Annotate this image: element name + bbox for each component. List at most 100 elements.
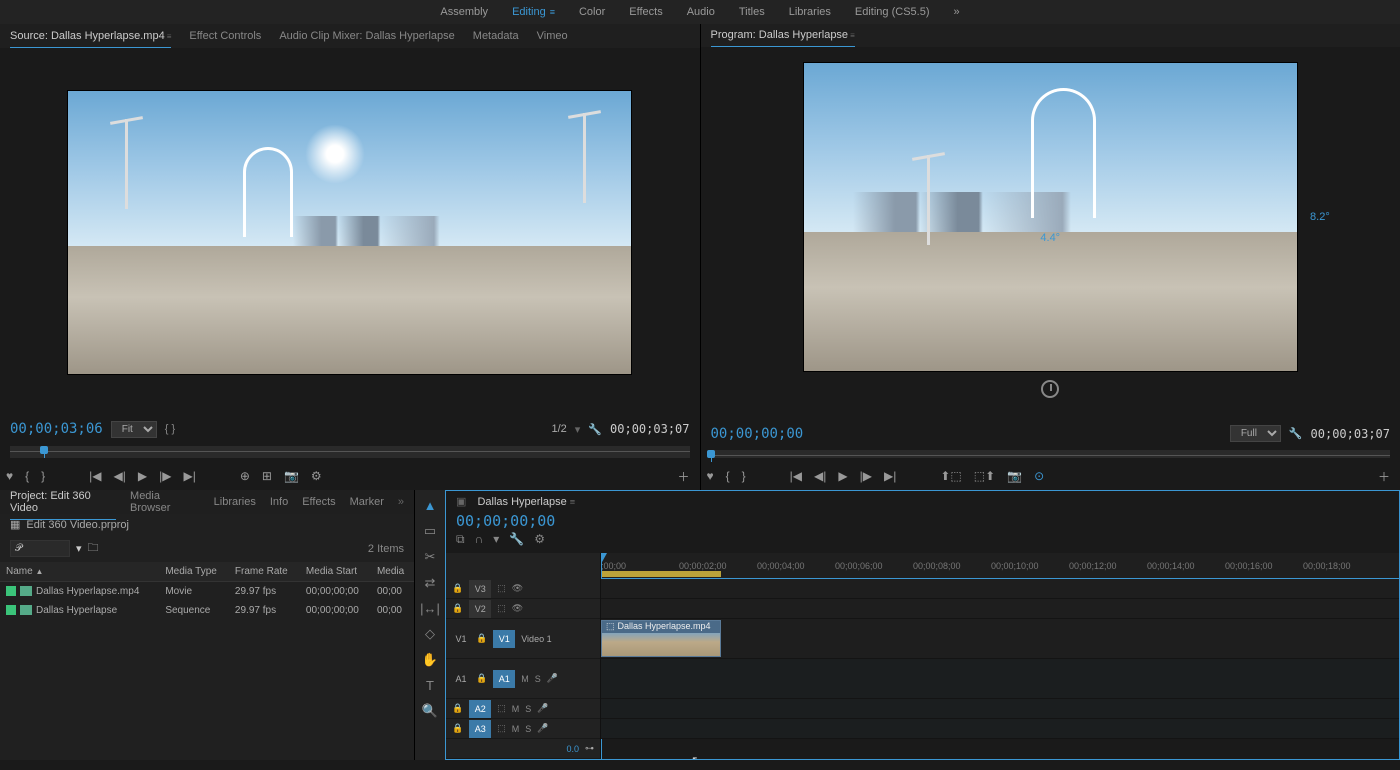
pen-tool-icon[interactable]: ◇ xyxy=(425,626,435,642)
marker-icon[interactable]: ♥ xyxy=(6,469,13,483)
track-lane-v1[interactable]: Dallas Hyperlapse.mp4 xyxy=(601,619,1399,659)
step-back-icon[interactable]: ◀| xyxy=(114,469,126,483)
in-icon[interactable]: { xyxy=(25,469,29,483)
slip-tool-icon[interactable]: |↔| xyxy=(420,601,440,616)
table-row[interactable]: Dallas HyperlapseSequence29.97 fps00;00;… xyxy=(0,601,414,620)
rolling-tool-icon[interactable]: ⇄ xyxy=(425,575,436,591)
source-monitor[interactable] xyxy=(67,90,632,375)
selection-tool-icon[interactable]: ▲ xyxy=(424,498,437,513)
program-timecode[interactable]: 00;00;00;00 xyxy=(711,426,804,442)
workspace-libraries[interactable]: Libraries xyxy=(789,6,831,18)
workspace-color[interactable]: Color xyxy=(579,6,605,18)
workspace-editing[interactable]: Editing xyxy=(512,6,555,18)
wrench-icon[interactable]: ⚙ xyxy=(534,532,545,547)
source-patch-a1[interactable]: A1 xyxy=(452,674,470,684)
marker-icon[interactable]: ♥ xyxy=(707,469,714,483)
track-header-v3[interactable]: 🔒 V3 ⬚ 👁 xyxy=(446,579,600,599)
goto-out-icon[interactable]: ▶| xyxy=(884,469,896,483)
ripple-tool-icon[interactable]: ✂ xyxy=(425,549,436,565)
source-fraction[interactable]: 1/2 xyxy=(551,423,566,435)
wrench-icon[interactable]: 🔧 xyxy=(588,423,602,436)
add-button-icon[interactable]: ＋ xyxy=(1378,468,1390,485)
program-scrubber[interactable] xyxy=(711,450,1391,458)
add-button-icon[interactable]: ＋ xyxy=(677,468,689,485)
workspace-audio[interactable]: Audio xyxy=(687,6,715,18)
table-row[interactable]: Dallas Hyperlapse.mp4Movie29.97 fps00;00… xyxy=(0,582,414,602)
lock-icon[interactable]: 🔒 xyxy=(452,703,463,714)
toggle-output-icon[interactable]: ⬚ xyxy=(497,603,506,614)
play-icon[interactable]: ▶ xyxy=(138,469,147,483)
col-media-start[interactable]: Media Start xyxy=(300,562,371,582)
source-fit-dropdown[interactable]: Fit xyxy=(111,421,157,438)
goto-in-icon[interactable]: |◀ xyxy=(89,469,101,483)
tab-effect-controls[interactable]: Effect Controls xyxy=(189,25,261,47)
workspace-assembly[interactable]: Assembly xyxy=(440,6,488,18)
track-target-a3[interactable]: A3 xyxy=(469,720,491,738)
hand-tool-icon[interactable]: ✋ xyxy=(422,652,438,668)
lock-icon[interactable]: 🔒 xyxy=(476,673,487,684)
out-icon[interactable]: } xyxy=(742,469,746,483)
col-media-type[interactable]: Media Type xyxy=(159,562,229,582)
track-lane-a3[interactable] xyxy=(601,719,1399,739)
in-icon[interactable]: { xyxy=(726,469,730,483)
insert-icon[interactable]: ⊕ xyxy=(240,469,250,483)
track-header-a3[interactable]: 🔒 A3 ⬚MS🎤 xyxy=(446,719,600,739)
tab-audio-clip-mixer[interactable]: Audio Clip Mixer: Dallas Hyperlapse xyxy=(279,25,454,47)
timeline-tracks[interactable]: ;00;0000;00;02;0000;00;04;0000;00;06;000… xyxy=(601,553,1399,759)
track-header-v2[interactable]: 🔒 V2 ⬚ 👁 xyxy=(446,599,600,619)
project-search-input[interactable] xyxy=(10,540,70,557)
col-name[interactable]: Name ▲ xyxy=(0,562,159,582)
linked-selection-icon[interactable]: ∩ xyxy=(475,532,484,547)
track-header-v1[interactable]: V1 🔒 V1 Video 1 xyxy=(446,619,600,659)
dropdown-icon[interactable]: ▾ xyxy=(575,423,581,436)
settings-icon[interactable]: ⚙ xyxy=(311,469,322,483)
lock-icon[interactable]: 🔒 xyxy=(452,583,463,594)
wrench-icon[interactable]: 🔧 xyxy=(1289,427,1303,440)
tab-source[interactable]: Source: Dallas Hyperlapse.mp4≡ xyxy=(10,25,171,48)
export-frame-icon[interactable]: 📷 xyxy=(284,469,299,483)
work-area-bar[interactable] xyxy=(601,571,721,577)
workspace-editing-cs55[interactable]: Editing (CS5.5) xyxy=(855,6,930,18)
track-target-v1[interactable]: V1 xyxy=(493,630,515,648)
tab-marker[interactable]: Marker xyxy=(350,491,384,513)
program-resolution-dropdown[interactable]: Full xyxy=(1230,425,1281,442)
zoom-tool-icon[interactable]: 🔍 xyxy=(422,703,438,719)
track-target-v2[interactable]: V2 xyxy=(469,600,491,618)
goto-out-icon[interactable]: ▶| xyxy=(183,469,195,483)
track-header-a1[interactable]: A1 🔒 A1 M S 🎤 xyxy=(446,659,600,699)
tab-program[interactable]: Program: Dallas Hyperlapse≡ xyxy=(711,24,855,47)
eye-icon[interactable]: 👁 xyxy=(512,583,523,594)
out-icon[interactable]: } xyxy=(41,469,45,483)
tab-metadata[interactable]: Metadata xyxy=(473,25,519,47)
timeline-timecode[interactable]: 00;00;00;00 xyxy=(456,512,555,530)
lock-icon[interactable]: 🔒 xyxy=(452,603,463,614)
track-target-a2[interactable]: A2 xyxy=(469,700,491,718)
lock-icon[interactable]: 🔒 xyxy=(476,633,487,644)
program-monitor[interactable] xyxy=(803,62,1298,372)
track-target-a1[interactable]: A1 xyxy=(493,670,515,688)
toggle-output-icon[interactable]: ⬚ xyxy=(497,583,506,594)
eye-icon[interactable]: 👁 xyxy=(512,603,523,614)
clock-icon[interactable] xyxy=(1041,380,1059,398)
overflow-icon[interactable]: » xyxy=(398,496,404,508)
settings-icon[interactable]: 🔧 xyxy=(509,532,524,547)
type-tool-icon[interactable]: T xyxy=(426,678,434,693)
marker-add-icon[interactable]: ▾ xyxy=(493,532,499,547)
play-icon[interactable]: ▶ xyxy=(838,469,847,483)
track-header-master[interactable]: 0.0 ⊶ xyxy=(446,739,600,759)
timeline-clip[interactable]: Dallas Hyperlapse.mp4 xyxy=(601,620,721,657)
voice-icon[interactable]: 🎤 xyxy=(547,673,558,684)
vr-icon[interactable]: ⊙ xyxy=(1034,469,1044,483)
export-frame-icon[interactable]: 📷 xyxy=(1007,469,1022,483)
mute-icon[interactable]: M xyxy=(521,674,529,684)
step-fwd-icon[interactable]: |▶ xyxy=(159,469,171,483)
tab-libraries[interactable]: Libraries xyxy=(214,491,256,513)
track-lane-v3[interactable] xyxy=(601,579,1399,599)
workspace-overflow-icon[interactable]: » xyxy=(954,6,960,18)
folder-icon[interactable]: 🗀 xyxy=(88,539,99,558)
link-icon[interactable]: ⊶ xyxy=(585,743,594,754)
tab-info[interactable]: Info xyxy=(270,491,288,513)
track-lane-a2[interactable] xyxy=(601,699,1399,719)
overwrite-icon[interactable]: ⊞ xyxy=(262,469,272,483)
timeline-ruler[interactable]: ;00;0000;00;02;0000;00;04;0000;00;06;000… xyxy=(601,553,1399,579)
